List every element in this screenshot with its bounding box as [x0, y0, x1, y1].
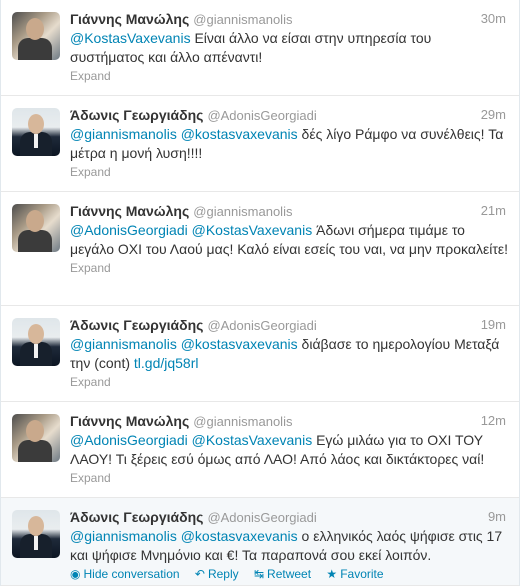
tweet-username[interactable]: @giannismanolis [193, 414, 292, 429]
avatar-face [26, 18, 44, 40]
avatar-body [18, 38, 52, 60]
tweet-text: @giannismanolis @kostasvaxevanis διάβασε… [70, 335, 509, 372]
tweet-actions: ◉ Hide conversation ↶ Reply ↹ Retweet ★ Favo… [70, 566, 509, 582]
avatar[interactable] [12, 204, 60, 252]
favorite-button[interactable]: ★ Favorite [326, 566, 383, 582]
tweet-header: Γιάννης Μανώλης @giannismanolis 30m [70, 10, 509, 28]
tweet-timestamp[interactable]: 30m [481, 10, 506, 28]
mention-link[interactable]: @giannismanolis [70, 336, 177, 352]
avatar-face [26, 420, 44, 442]
avatar[interactable] [12, 414, 60, 462]
favorite-label: Favorite [340, 567, 384, 581]
tweet-text: @AdonisGeorgiadi @KostasVaxevanis Άδωνι … [70, 221, 509, 258]
tweet-content: Άδωνις Γεωργιάδης @AdonisGeorgiadi 29m @g… [70, 106, 509, 180]
tweet-fullname[interactable]: Άδωνις Γεωργιάδης [70, 509, 203, 525]
tweet-timestamp[interactable]: 12m [481, 412, 506, 430]
avatar-tie [34, 344, 38, 358]
tweet[interactable]: Άδωνις Γεωργιάδης @AdonisGeorgiadi 19m @g… [1, 306, 519, 402]
expand-link[interactable]: Expand [70, 470, 509, 486]
tweet-header: Άδωνις Γεωργιάδης @AdonisGeorgiadi 19m [70, 316, 509, 334]
expand-link[interactable]: Expand [70, 68, 509, 84]
tweet-username[interactable]: @AdonisGeorgiadi [207, 108, 316, 123]
tweet-focused[interactable]: Άδωνις Γεωργιάδης @AdonisGeorgiadi 9m @gi… [1, 498, 519, 586]
tweet[interactable]: Γιάννης Μανώλης @giannismanolis 30m @Kost… [1, 0, 519, 96]
mention-link[interactable]: @KostasVaxevanis [70, 30, 191, 46]
tweet-header: Γιάννης Μανώλης @giannismanolis 21m [70, 202, 509, 220]
hide-conversation-label: Hide conversation [83, 567, 180, 581]
tweet-username[interactable]: @AdonisGeorgiadi [207, 510, 316, 525]
mention-link[interactable]: @KostasVaxevanis [192, 222, 313, 238]
avatar-face [26, 210, 44, 232]
tweet-content: Άδωνις Γεωργιάδης @AdonisGeorgiadi 9m @gi… [70, 508, 509, 582]
avatar-face [28, 324, 44, 344]
avatar-body [18, 440, 52, 462]
tweet[interactable]: Γιάννης Μανώλης @giannismanolis 21m @Adon… [1, 192, 519, 306]
mention-link[interactable]: @giannismanolis [70, 126, 177, 142]
retweet-label: Retweet [267, 567, 312, 581]
mention-link[interactable]: @kostasvaxevanis [181, 126, 298, 142]
mention-link[interactable]: @giannismanolis [70, 528, 177, 544]
tweet-username[interactable]: @giannismanolis [193, 12, 292, 27]
hide-conversation-button[interactable]: ◉ Hide conversation [70, 566, 180, 582]
tweet-text: @giannismanolis @kostasvaxevanis δές λίγ… [70, 125, 509, 162]
retweet-icon: ↹ [253, 567, 265, 581]
conversation-timeline: Γιάννης Μανώλης @giannismanolis 30m @Kost… [0, 0, 520, 586]
tweet-fullname[interactable]: Γιάννης Μανώλης [70, 11, 189, 27]
tweet-timestamp[interactable]: 9m [488, 508, 506, 526]
avatar-tie [34, 134, 38, 148]
tweet[interactable]: Γιάννης Μανώλης @giannismanolis 12m @Adon… [1, 402, 519, 498]
tweet-header: Άδωνις Γεωργιάδης @AdonisGeorgiadi 29m [70, 106, 509, 124]
reply-label: Reply [207, 567, 239, 581]
retweet-button[interactable]: ↹ Retweet [254, 566, 311, 582]
avatar-tie [34, 536, 38, 550]
tweet-text: @KostasVaxevanis Είναι άλλο να είσαι στη… [70, 29, 509, 66]
expand-link[interactable]: Expand [70, 164, 509, 180]
tweet-content: Άδωνις Γεωργιάδης @AdonisGeorgiadi 19m @g… [70, 316, 509, 390]
star-icon: ★ [326, 567, 338, 581]
mention-link[interactable]: @kostasvaxevanis [181, 336, 298, 352]
avatar[interactable] [12, 510, 60, 558]
avatar-face [28, 114, 44, 134]
tweet-fullname[interactable]: Γιάννης Μανώλης [70, 413, 189, 429]
tweet-timestamp[interactable]: 21m [481, 202, 506, 220]
tweet-content: Γιάννης Μανώλης @giannismanolis 12m @Adon… [70, 412, 509, 486]
avatar[interactable] [12, 108, 60, 156]
tweet-fullname[interactable]: Άδωνις Γεωργιάδης [70, 107, 203, 123]
avatar-face [28, 516, 44, 536]
conversation-icon: ◉ [70, 567, 81, 581]
tweet[interactable]: Άδωνις Γεωργιάδης @AdonisGeorgiadi 29m @g… [1, 96, 519, 192]
url-link[interactable]: tl.gd/jq58rl [134, 355, 199, 371]
expand-link[interactable]: Expand [70, 260, 509, 276]
avatar[interactable] [12, 318, 60, 366]
mention-link[interactable]: @AdonisGeorgiadi [70, 432, 188, 448]
tweet-timestamp[interactable]: 29m [481, 106, 506, 124]
tweet-header: Γιάννης Μανώλης @giannismanolis 12m [70, 412, 509, 430]
tweet-content: Γιάννης Μανώλης @giannismanolis 30m @Kost… [70, 10, 509, 84]
mention-link[interactable]: @kostasvaxevanis [181, 528, 298, 544]
tweet-fullname[interactable]: Γιάννης Μανώλης [70, 203, 189, 219]
tweet-fullname[interactable]: Άδωνις Γεωργιάδης [70, 317, 203, 333]
tweet-text: @giannismanolis @kostasvaxevanis ο ελλην… [70, 527, 509, 564]
tweet-username[interactable]: @giannismanolis [193, 204, 292, 219]
reply-icon: ↶ [194, 567, 205, 581]
mention-link[interactable]: @AdonisGeorgiadi [70, 222, 188, 238]
avatar-body [18, 230, 52, 252]
tweet-content: Γιάννης Μανώλης @giannismanolis 21m @Adon… [70, 202, 509, 276]
avatar[interactable] [12, 12, 60, 60]
tweet-timestamp[interactable]: 19m [481, 316, 506, 334]
expand-link[interactable]: Expand [70, 374, 509, 390]
reply-button[interactable]: ↶ Reply [195, 566, 239, 582]
tweet-text: @AdonisGeorgiadi @KostasVaxevanis Εγώ μι… [70, 431, 509, 468]
mention-link[interactable]: @KostasVaxevanis [192, 432, 313, 448]
tweet-header: Άδωνις Γεωργιάδης @AdonisGeorgiadi 9m [70, 508, 509, 526]
tweet-username[interactable]: @AdonisGeorgiadi [207, 318, 316, 333]
